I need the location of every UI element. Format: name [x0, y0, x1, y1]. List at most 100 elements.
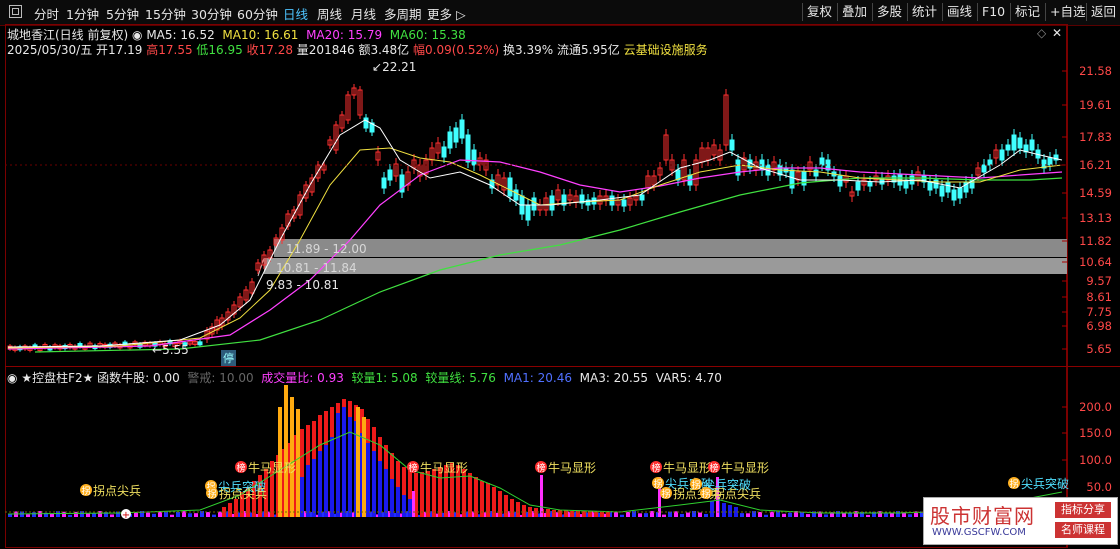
signal-text: 拐点尖兵 [713, 486, 761, 501]
indicator-base-bar [764, 514, 768, 517]
signal-text: 牛马显形 [548, 460, 596, 475]
indicator-base-bar [884, 513, 888, 517]
indicator-base-bar [32, 512, 36, 517]
indicator-base-bar [176, 511, 180, 517]
indicator-blue-column [728, 505, 732, 517]
candle-body [1005, 144, 1011, 151]
candle-body [819, 157, 825, 166]
signal-text: 拐点尖兵 [93, 483, 141, 498]
watermark-url: WWW.GSCFW.COM [932, 527, 1026, 538]
watermark-title: 股市财富网 [930, 504, 1035, 528]
candle-body [1029, 139, 1035, 151]
indicator-tick-label: 50.0 [1086, 480, 1112, 494]
indicator-base-bar [626, 511, 630, 517]
candle-body [867, 181, 873, 187]
indicator-blue-column [300, 477, 304, 517]
indicator-base-bar [212, 514, 216, 517]
indicator-blue-column [384, 469, 388, 517]
signal-label: 拐拐点尖兵 [700, 486, 761, 501]
indicator-blue-column [342, 407, 346, 517]
indicator-base-bar [620, 514, 624, 517]
indicator-base-bar [68, 514, 72, 517]
candle-body [1011, 134, 1017, 151]
indicator-red-column [552, 510, 556, 517]
arrow-left-icon: ← [152, 343, 163, 357]
candle-body [513, 189, 519, 201]
indicator-base-bar [152, 513, 156, 517]
signal-label: 拐尖兵突破 [1008, 476, 1069, 491]
indicator-title[interactable]: ★控盘柱F2★ 函数牛股: 0.00 [21, 371, 179, 385]
band1-label: 11.89 - 12.00 [286, 242, 367, 256]
indicator-base-bar [758, 511, 762, 517]
signal-badge-char: 拐 [661, 488, 670, 500]
indicator-base-bar [686, 512, 690, 517]
candle-body [363, 117, 369, 129]
candle-body [387, 169, 393, 181]
indicator-base-bar [62, 511, 66, 517]
max-price-value: 22.21 [382, 60, 417, 74]
price-tick-label: 6.98 [1086, 319, 1112, 333]
indicator-base-bar [86, 513, 90, 517]
indicator-blue-column [318, 451, 322, 517]
indicator-lines-group [7, 431, 1063, 515]
indicator-red-column [522, 505, 526, 517]
pressure-bands [257, 239, 1067, 277]
candle-body [381, 177, 387, 189]
indicator-base-bar [50, 513, 54, 517]
indicator-red-column [606, 512, 610, 517]
signal-text: 牛马显形 [721, 460, 769, 475]
signal-label: 拐拐点尖兵 [206, 486, 267, 501]
signal-text: 尖兵突破 [1021, 476, 1069, 491]
indicator-base-bar [644, 513, 648, 517]
indicator-red-column [558, 510, 562, 517]
indicator-base-bar [188, 513, 192, 517]
indicator-base-bar [782, 513, 786, 517]
ma-lines-group [7, 119, 1063, 353]
signal-text: 牛马显形 [248, 460, 296, 475]
indicator-green-line [7, 431, 1063, 515]
price-tick-label: 13.13 [1079, 211, 1112, 225]
candle-body [1047, 157, 1053, 166]
watermark-tag-share: 指标分享 [1055, 502, 1111, 518]
indicator-base-bar [866, 514, 870, 517]
candle-body [1017, 137, 1023, 149]
indicator-settings-icon[interactable]: ◉ [7, 371, 17, 385]
indicator-blue-column [402, 495, 406, 517]
indicator-red-column [474, 477, 478, 517]
price-tick-label: 21.58 [1079, 64, 1112, 78]
signal-label: 榜牛马显形 [708, 460, 769, 475]
indicator-blue-column [390, 479, 394, 517]
signal-badge-char: 榜 [536, 462, 545, 474]
indicator-red-column [234, 499, 238, 517]
indicator-gold-column [296, 409, 300, 517]
indicator-gold-column [356, 407, 360, 517]
indicator-blue-column [330, 437, 334, 517]
indicator-base-bar [800, 512, 804, 517]
candle-body [729, 139, 735, 151]
price-tick-label: 19.61 [1079, 98, 1112, 112]
candle-body [927, 181, 933, 191]
candlestick-chart[interactable]: 21.58 19.61 17.83 16.21 14.59 13.13 11.82 10.64… [0, 0, 1120, 549]
indicator-blue-column [710, 501, 714, 517]
indicator-red-column [510, 499, 514, 517]
signal-label: 榜牛马显形 [235, 460, 296, 475]
candle-body [549, 195, 555, 211]
price-axis-ticks: 21.58 19.61 17.83 16.21 14.59 13.13 11.82 10.64… [5, 64, 1112, 356]
candle-body [933, 179, 939, 189]
candle-body [453, 127, 459, 143]
indicator-red-column [546, 509, 550, 517]
signal-label: 榜牛马显形 [650, 460, 711, 475]
arrow-icon: ↙ [372, 60, 383, 74]
site-watermark[interactable]: 股市财富网 WWW.GSCFW.COM 指标分享 名师课程 [923, 497, 1118, 545]
ma3-value: MA3: 20.55 [579, 371, 649, 385]
candle-body [981, 164, 987, 173]
min-price-value: 5.55 [162, 343, 189, 357]
indicator-tick-label: 100.0 [1079, 453, 1112, 467]
signal-badge-char: 拐 [1009, 478, 1018, 490]
candle-body [945, 181, 951, 193]
signal-badge-char: 榜 [709, 462, 718, 474]
signal-text: 牛马显形 [420, 460, 468, 475]
indicator-red-column [516, 502, 520, 517]
candle-body [525, 204, 531, 221]
candle-body [197, 341, 203, 346]
